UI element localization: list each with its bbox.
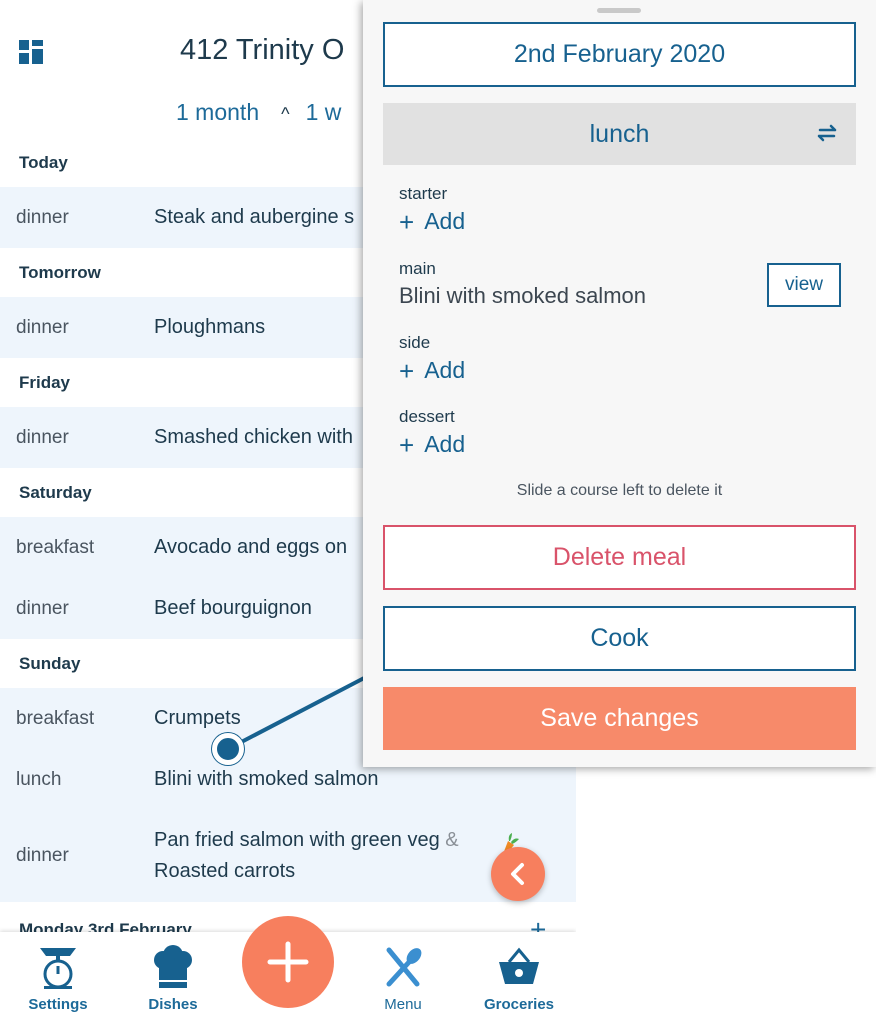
tab-label: Settings [28, 996, 88, 1013]
delete-meal-button[interactable]: Delete meal [383, 525, 856, 590]
add-button[interactable] [242, 916, 334, 1008]
meal-dish: Crumpets [154, 707, 241, 729]
cutlery-icon [386, 947, 422, 987]
meal-slot: breakfast [16, 707, 95, 729]
tab-label: Groceries [483, 996, 555, 1013]
meal-slot: dinner [16, 206, 69, 228]
meal-dish: Ploughmans [154, 316, 266, 338]
meal-slot: dinner [16, 316, 69, 338]
course-name: side [399, 333, 431, 352]
tab-dishes[interactable]: Dishes [123, 944, 223, 1013]
tab-menu[interactable]: Menu [353, 944, 453, 1013]
page-title: 412 Trinity O [180, 34, 345, 66]
course-side[interactable]: side + Add [399, 333, 849, 384]
chef-hat-icon [154, 945, 192, 988]
meal-slot: breakfast [16, 536, 95, 558]
meal-dish-part: Pan fried salmon with green veg [154, 829, 440, 851]
range-end[interactable]: 1 w [306, 99, 342, 125]
view-dish-button[interactable]: view [767, 263, 841, 307]
meal-row[interactable]: dinner Pan fried salmon with green veg &… [0, 810, 576, 902]
meal-editor-panel: 2nd February 2020 lunch starter + Add ma… [363, 0, 876, 767]
meal-dish: Pan fried salmon with green veg & Roaste… [154, 825, 459, 887]
basket-icon [499, 947, 539, 984]
selected-meal-marker [212, 733, 244, 765]
meal-slot: dinner [16, 845, 69, 866]
cook-button[interactable]: Cook [383, 606, 856, 671]
tab-settings[interactable]: Settings [8, 944, 108, 1013]
plus-icon: + [399, 206, 415, 237]
range-start[interactable]: 1 month [176, 99, 259, 125]
meal-dish: Avocado and eggs on [154, 536, 348, 558]
chevron-left-icon [511, 863, 524, 885]
add-side-button[interactable]: + Add [399, 357, 849, 384]
course-name: dessert [399, 407, 455, 426]
caret-up-icon[interactable]: ^ [281, 104, 289, 125]
back-button[interactable] [491, 847, 545, 901]
add-label: Add [424, 208, 466, 234]
tab-label: Menu [384, 996, 422, 1013]
course-name: starter [399, 184, 448, 203]
dish-separator: & [445, 829, 459, 851]
add-dessert-button[interactable]: + Add [399, 431, 849, 458]
meal-date-field[interactable]: 2nd February 2020 [383, 22, 856, 87]
add-starter-button[interactable]: + Add [399, 208, 849, 235]
add-label: Add [424, 431, 466, 457]
add-label: Add [424, 357, 466, 383]
meal-slot: dinner [16, 426, 69, 448]
meal-dish: Steak and aubergine s [154, 206, 355, 228]
delete-hint: Slide a course left to delete it [516, 482, 723, 499]
meal-slot: lunch [16, 768, 62, 790]
drag-handle[interactable] [597, 8, 641, 13]
meal-dish: Beef bourguignon [154, 597, 312, 619]
plus-icon: + [399, 355, 415, 386]
meal-slot: dinner [16, 597, 69, 619]
date-range-selector[interactable]: 1 month ^ 1 w [176, 99, 341, 126]
plus-icon [267, 941, 309, 983]
tab-label: Dishes [148, 996, 198, 1013]
meal-type-label: lunch [589, 119, 650, 148]
scale-icon [40, 948, 76, 989]
meal-dish: Smashed chicken with [154, 426, 353, 448]
save-changes-button[interactable]: Save changes [383, 687, 856, 750]
course-dessert[interactable]: dessert + Add [399, 407, 849, 458]
tab-groceries[interactable]: Groceries [469, 944, 569, 1013]
meal-dish-part: Roasted carrots [154, 860, 296, 882]
meal-dish: Blini with smoked salmon [154, 768, 379, 790]
swap-icon[interactable] [816, 123, 838, 143]
plus-icon: + [399, 429, 415, 460]
meal-type-selector[interactable]: lunch [383, 103, 856, 165]
course-starter[interactable]: starter + Add [399, 184, 849, 235]
grid-icon[interactable] [19, 40, 43, 64]
